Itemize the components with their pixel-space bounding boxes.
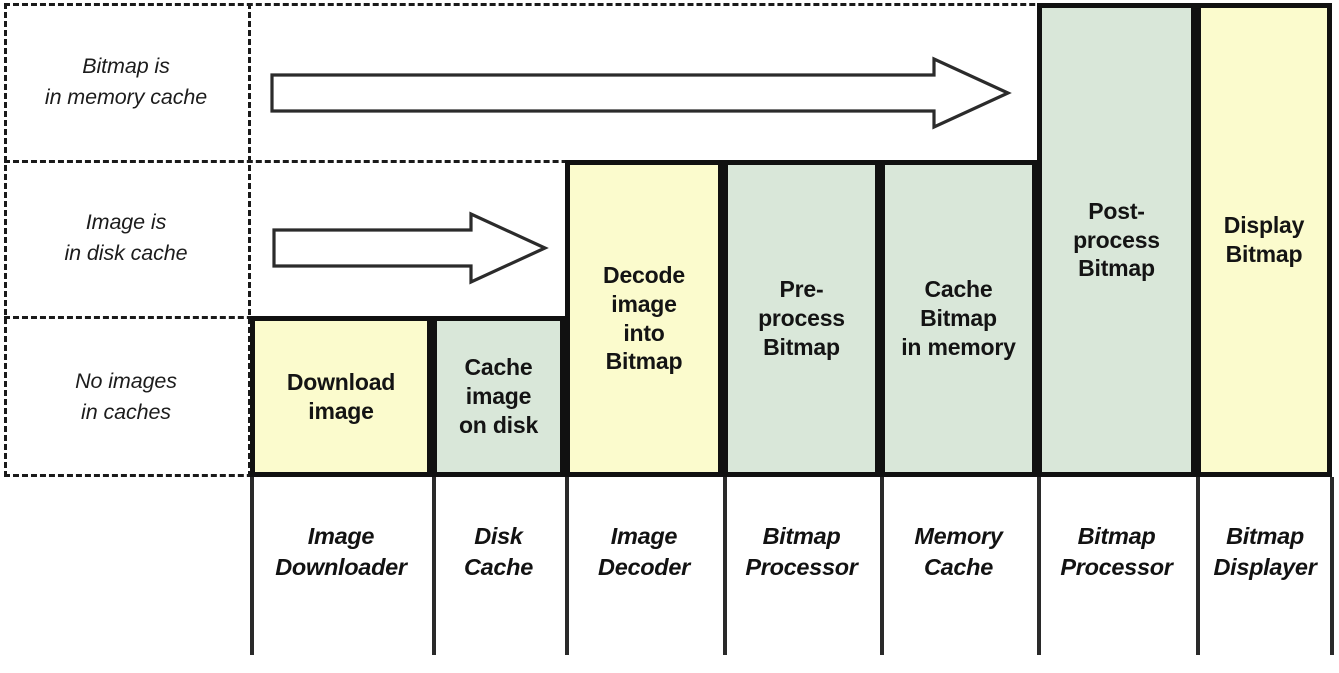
actor-label-text: Memory Cache: [914, 523, 1003, 580]
actor-label-disk-cache: Disk Cache: [432, 521, 565, 582]
step-box-download-image[interactable]: Download image: [250, 316, 432, 477]
step-box-cache-image-on-disk[interactable]: Cache image on disk: [432, 316, 565, 477]
step-box-display-bitmap[interactable]: Display Bitmap: [1196, 3, 1332, 477]
lane-caption-text: Bitmap is in memory cache: [44, 53, 208, 109]
actor-label-bitmap-processor-post: Bitmap Processor: [1037, 521, 1196, 582]
actor-label-bitmap-processor-pre: Bitmap Processor: [723, 521, 880, 582]
step-box-decode-image[interactable]: Decode image into Bitmap: [565, 160, 723, 477]
actor-label-memory-cache: Memory Cache: [880, 521, 1037, 582]
step-box-cache-bitmap-in-memory[interactable]: Cache Bitmap in memory: [880, 160, 1037, 477]
step-label: Download image: [286, 368, 396, 424]
actor-label-text: Image Downloader: [275, 523, 407, 580]
actor-label-text: Image Decoder: [598, 523, 690, 580]
step-box-pre-process-bitmap[interactable]: Pre- process Bitmap: [723, 160, 880, 477]
step-label: Cache Bitmap in memory: [901, 276, 1016, 360]
step-label: Pre- process Bitmap: [758, 276, 845, 360]
lane-caption-disk-cache-hit: Image is in disk cache: [8, 160, 244, 316]
pipeline-diagram: Bitmap is in memory cache Image is in di…: [0, 0, 1339, 673]
lane-caption-memory-cache-hit: Bitmap is in memory cache: [8, 3, 244, 160]
memory-cache-shortcut-arrow: [270, 56, 1012, 130]
step-label: Cache image on disk: [458, 354, 539, 438]
actor-label-image-downloader: Image Downloader: [250, 521, 432, 582]
step-label: Post- process Bitmap: [1073, 197, 1160, 282]
actor-label-bitmap-displayer: Bitmap Displayer: [1196, 521, 1334, 582]
actor-label-text: Bitmap Displayer: [1213, 523, 1317, 580]
step-label: Display Bitmap: [1223, 212, 1305, 267]
actor-label-text: Bitmap Processor: [1060, 523, 1173, 580]
lane-caption-text: Image is in disk cache: [64, 210, 188, 265]
disk-cache-shortcut-arrow: [272, 211, 549, 285]
actor-label-image-decoder: Image Decoder: [565, 521, 723, 582]
actor-label-text: Disk Cache: [463, 523, 534, 580]
lane-caption-text: No images in caches: [75, 368, 177, 424]
step-box-post-process-bitmap[interactable]: Post- process Bitmap: [1037, 3, 1196, 477]
actor-label-text: Bitmap Processor: [745, 523, 858, 580]
lane-caption-no-cache: No images in caches: [8, 316, 244, 477]
step-label: Decode image into Bitmap: [603, 261, 685, 375]
